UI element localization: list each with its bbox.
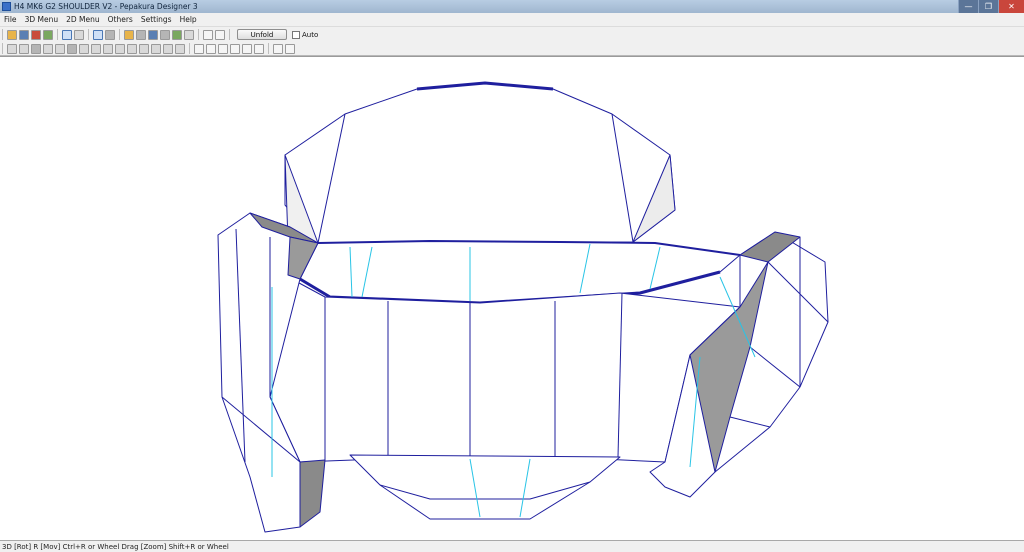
toolbar-separator: [88, 29, 89, 40]
title-bar: H4 MK6 G2 SHOULDER V2 - Pepakura Designe…: [0, 0, 1024, 13]
status-bar: 3D [Rot] R [Mov] Ctrl+R or Wheel Drag [Z…: [0, 540, 1024, 552]
texture-icon[interactable]: [31, 29, 41, 40]
select-point-icon[interactable]: [19, 43, 29, 54]
grid-icon[interactable]: [175, 43, 185, 54]
join-icon[interactable]: [31, 43, 41, 54]
shoulder-model: [217, 81, 829, 533]
model-face: [287, 240, 741, 304]
menu-3d[interactable]: 3D Menu: [21, 15, 63, 24]
window-title: H4 MK6 G2 SHOULDER V2 - Pepakura Designe…: [14, 2, 198, 11]
align-top-icon[interactable]: [230, 43, 240, 54]
toolbar-separator: [57, 29, 58, 40]
split-view-icon[interactable]: [215, 29, 225, 40]
light-bulb-icon[interactable]: [62, 29, 72, 40]
status-text: 3D [Rot] R [Mov] Ctrl+R or Wheel Drag [Z…: [2, 542, 229, 551]
menu-file[interactable]: File: [0, 15, 21, 24]
single-view-icon[interactable]: [203, 29, 213, 40]
menu-help[interactable]: Help: [176, 15, 201, 24]
toolbar-separator: [198, 29, 199, 40]
align-right-icon[interactable]: [218, 43, 228, 54]
menu-bar: File 3D Menu 2D Menu Others Settings Hel…: [0, 13, 1024, 27]
save-icon[interactable]: [19, 29, 29, 40]
select-part-icon[interactable]: [7, 43, 17, 54]
undo-icon[interactable]: [91, 43, 101, 54]
edit-icon[interactable]: [160, 29, 170, 40]
align-left-icon[interactable]: [194, 43, 204, 54]
select-mode-icon[interactable]: [93, 29, 103, 40]
tab-icon[interactable]: [55, 43, 65, 54]
color-icon[interactable]: [43, 29, 53, 40]
cylinder-icon[interactable]: [136, 29, 146, 40]
anchor-icon[interactable]: [148, 29, 158, 40]
redo-icon[interactable]: [103, 43, 113, 54]
flag-icon[interactable]: [172, 29, 182, 40]
3d-viewport[interactable]: [0, 56, 1024, 540]
model-face: [269, 276, 741, 463]
shading-icon[interactable]: [74, 29, 84, 40]
move-icon[interactable]: [115, 43, 125, 54]
toolbar-grip: [2, 43, 3, 54]
menu-settings[interactable]: Settings: [137, 15, 176, 24]
model-face: [284, 82, 676, 244]
text-icon[interactable]: [127, 43, 137, 54]
view-mode-icon[interactable]: [105, 29, 115, 40]
model-face: [349, 454, 621, 520]
fold-icon[interactable]: [151, 43, 161, 54]
align-bottom-icon[interactable]: [254, 43, 264, 54]
split-icon[interactable]: [43, 43, 53, 54]
pencil-icon[interactable]: [124, 29, 134, 40]
close-button[interactable]: ✕: [998, 0, 1024, 13]
zoom-out-icon[interactable]: [285, 43, 295, 54]
toolbar-separator: [119, 29, 120, 40]
unfold-button[interactable]: Unfold: [237, 29, 287, 40]
app-icon: [2, 2, 11, 11]
window-controls: — ❐ ✕: [958, 0, 1024, 13]
align-middle-icon[interactable]: [242, 43, 252, 54]
toolbar-separator: [229, 29, 230, 40]
restore-button[interactable]: ❐: [978, 0, 998, 13]
menu-others[interactable]: Others: [104, 15, 137, 24]
minimize-button[interactable]: —: [958, 0, 978, 13]
number-icon[interactable]: [139, 43, 149, 54]
auto-label: Auto: [302, 30, 319, 39]
properties-icon[interactable]: [184, 29, 194, 40]
toolbar-separator: [268, 43, 269, 54]
edge-icon[interactable]: [163, 43, 173, 54]
auto-checkbox[interactable]: [292, 30, 300, 39]
align-center-icon[interactable]: [206, 43, 216, 54]
3d-model[interactable]: [0, 57, 1024, 541]
zoom-in-icon[interactable]: [273, 43, 283, 54]
toolbar-grip: [2, 29, 3, 40]
rotate-part-icon[interactable]: [79, 43, 89, 54]
main-toolbar: Unfold Auto: [0, 27, 1024, 42]
model-face: [299, 459, 326, 528]
toolbar-separator: [189, 43, 190, 54]
open-icon[interactable]: [7, 29, 17, 40]
menu-2d[interactable]: 2D Menu: [62, 15, 104, 24]
flap-icon[interactable]: [67, 43, 77, 54]
secondary-toolbar: [0, 42, 1024, 56]
